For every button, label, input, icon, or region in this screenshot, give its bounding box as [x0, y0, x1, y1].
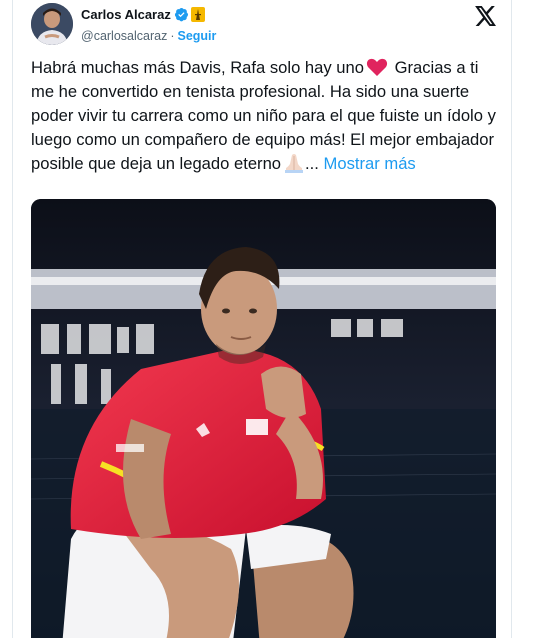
verified-icon: [174, 7, 189, 22]
tennis-player-crouching-photo: [31, 199, 496, 638]
follow-button[interactable]: Seguir: [178, 29, 217, 43]
display-name[interactable]: Carlos Alcaraz: [81, 7, 171, 22]
praying-hands-icon: [283, 153, 305, 173]
avatar[interactable]: [31, 3, 73, 45]
name-row: Carlos Alcaraz: [81, 7, 205, 22]
tower-icon: [190, 7, 205, 22]
tweet-photo[interactable]: [31, 199, 496, 638]
tweet-header: Carlos Alcaraz @carlosalcaraz · Seguir: [31, 2, 497, 50]
avatar-photo: [31, 3, 73, 45]
separator-dot: ·: [170, 29, 175, 43]
tweet-card: Carlos Alcaraz @carlosalcaraz · Seguir H…: [12, 0, 512, 638]
heart-icon: [366, 58, 388, 76]
user-handle[interactable]: @carlosalcaraz: [81, 29, 167, 43]
tweet-text: Habrá muchas más Davis, Rafa solo hay un…: [31, 56, 503, 176]
handle-row: @carlosalcaraz · Seguir: [81, 29, 216, 43]
tweet-text-part1: Habrá muchas más Davis, Rafa solo hay un…: [31, 58, 364, 77]
x-logo-icon[interactable]: [475, 6, 497, 26]
show-more-link[interactable]: Mostrar más: [324, 154, 416, 173]
ellipsis: ...: [305, 154, 319, 173]
